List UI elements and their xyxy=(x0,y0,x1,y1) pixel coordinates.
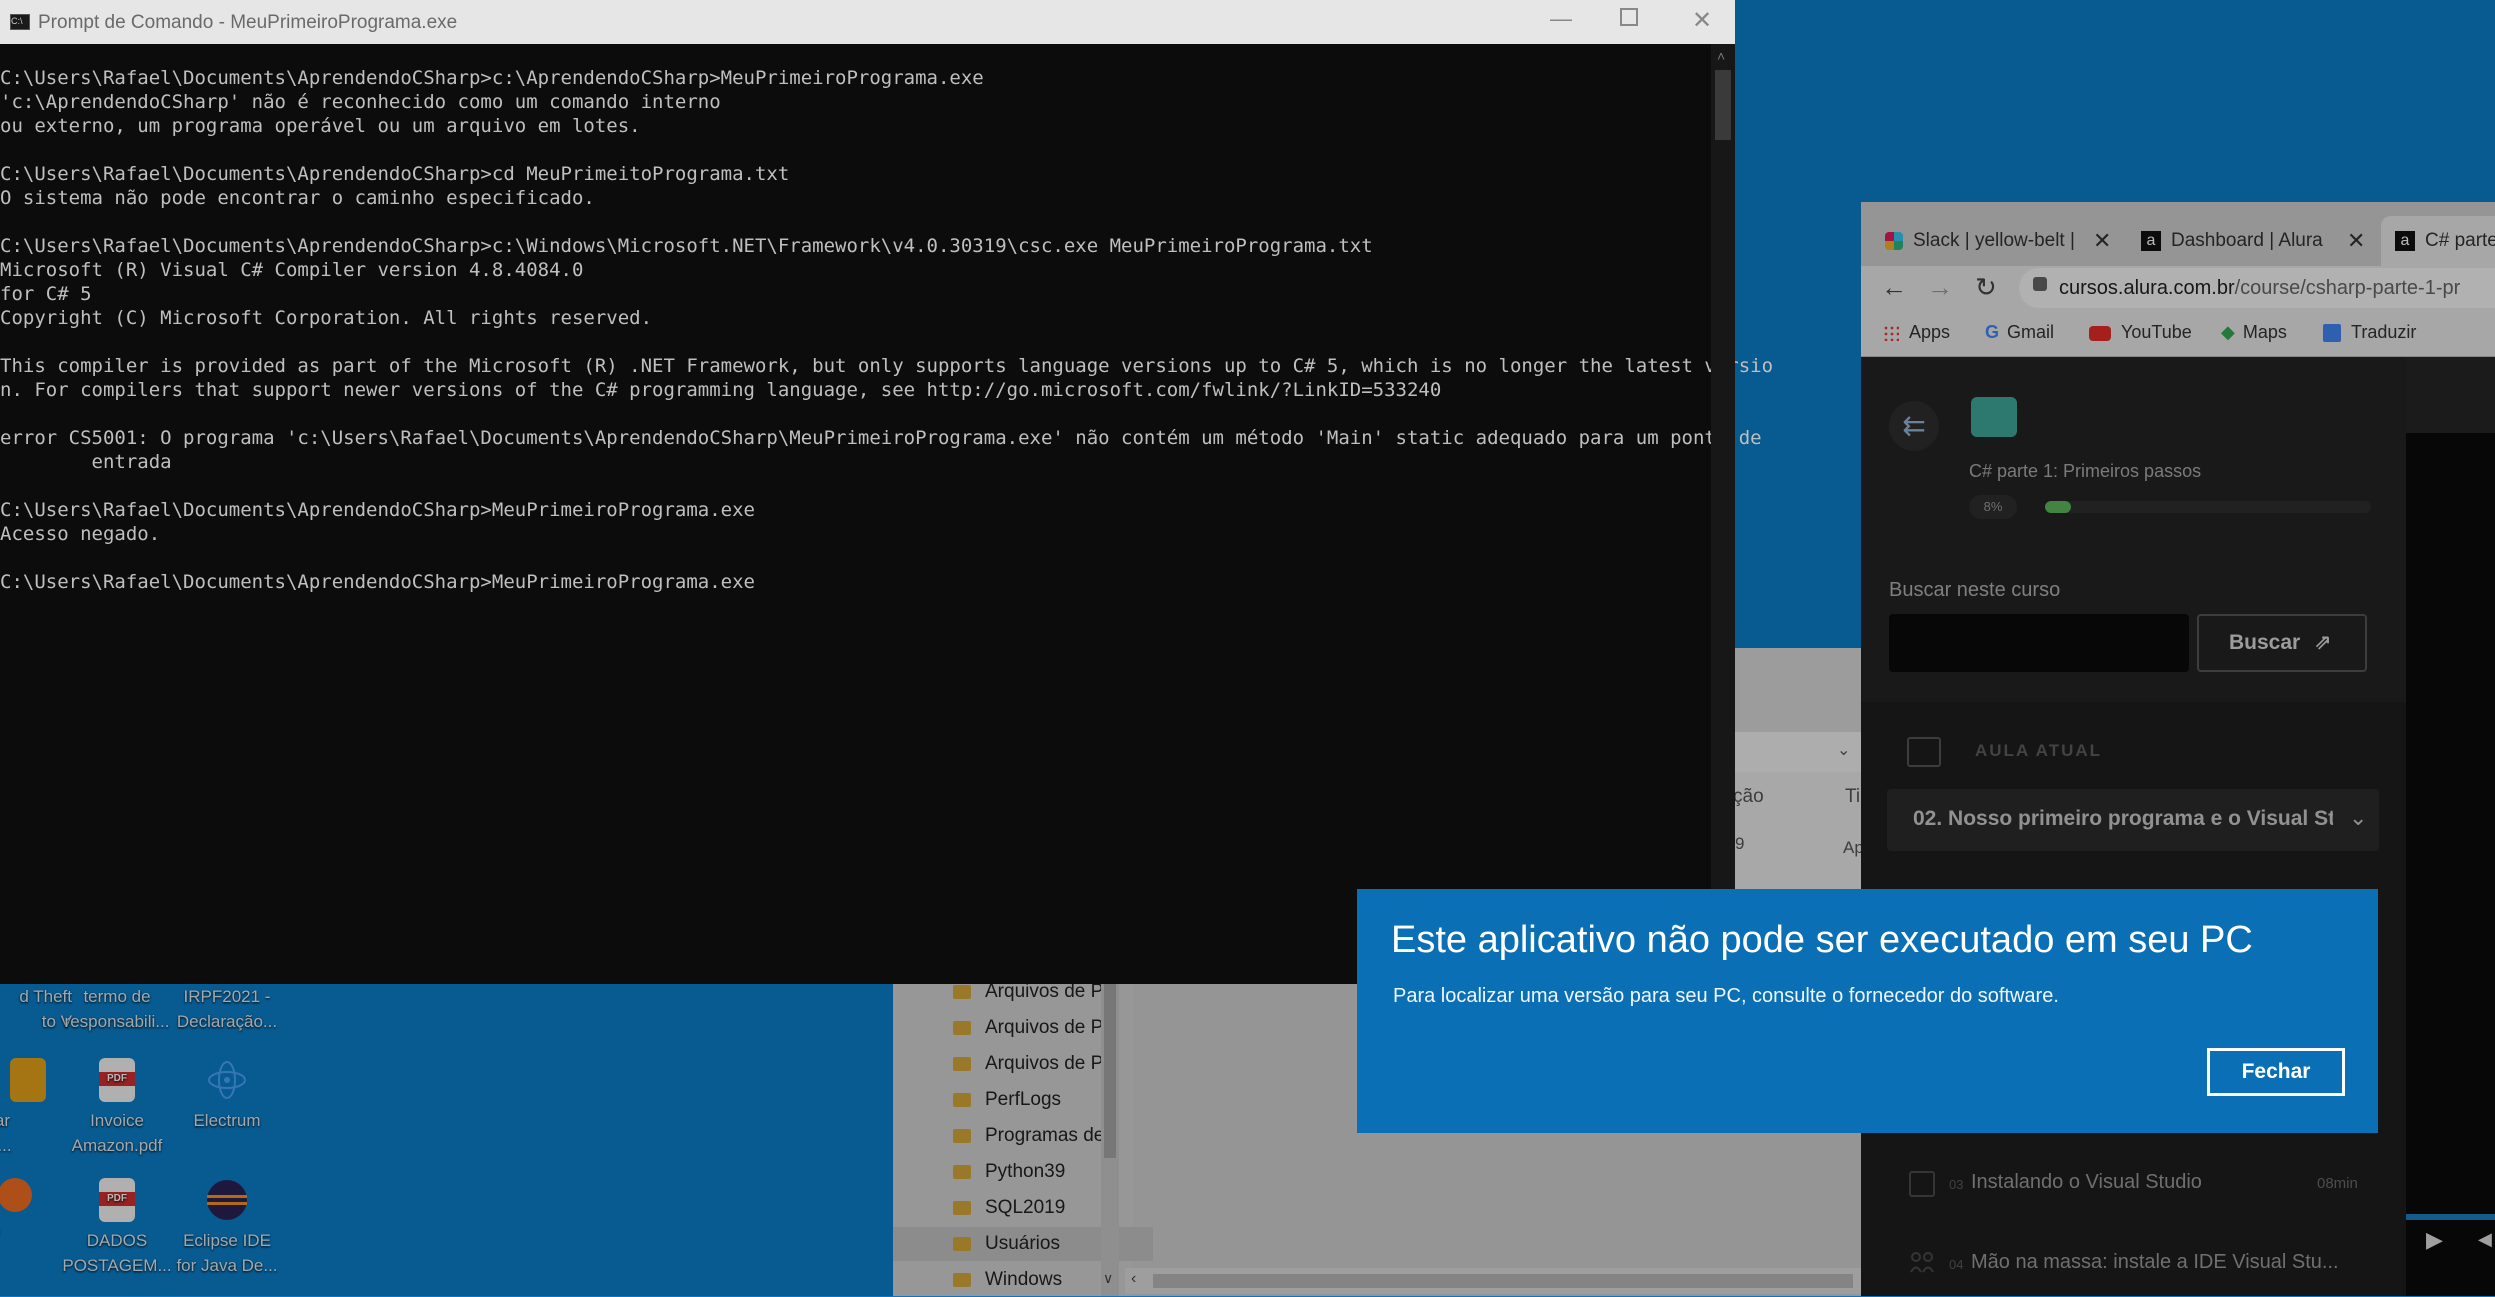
cmd-icon: C:\ xyxy=(10,14,30,30)
cmd-scrollbar[interactable]: ˄ xyxy=(1711,44,1735,984)
cmd-window: C:\ Prompt de Comando - MeuPrimeiroProgr… xyxy=(0,0,1773,984)
dialog-title: Este aplicativo não pode ser executado e… xyxy=(1391,919,2253,961)
console-output[interactable]: C:\Users\Rafael\Documents\AprendendoCSha… xyxy=(0,66,1773,594)
app-error-dialog: Este aplicativo não pode ser executado e… xyxy=(1357,889,2378,1133)
window-title: Prompt de Comando - MeuPrimeiroPrograma.… xyxy=(38,12,458,33)
scroll-thumb[interactable] xyxy=(1715,70,1731,140)
minimize-icon[interactable]: — xyxy=(1550,6,1572,32)
maximize-icon[interactable] xyxy=(1620,8,1638,26)
cmd-titlebar[interactable]: C:\ Prompt de Comando - MeuPrimeiroProgr… xyxy=(0,0,1735,44)
chevron-up-icon[interactable]: ˄ xyxy=(1717,48,1725,64)
close-icon[interactable]: ✕ xyxy=(1692,6,1712,35)
close-dialog-button[interactable]: Fechar xyxy=(2207,1048,2345,1096)
dialog-message: Para localizar uma versão para seu PC, c… xyxy=(1393,985,2059,1007)
